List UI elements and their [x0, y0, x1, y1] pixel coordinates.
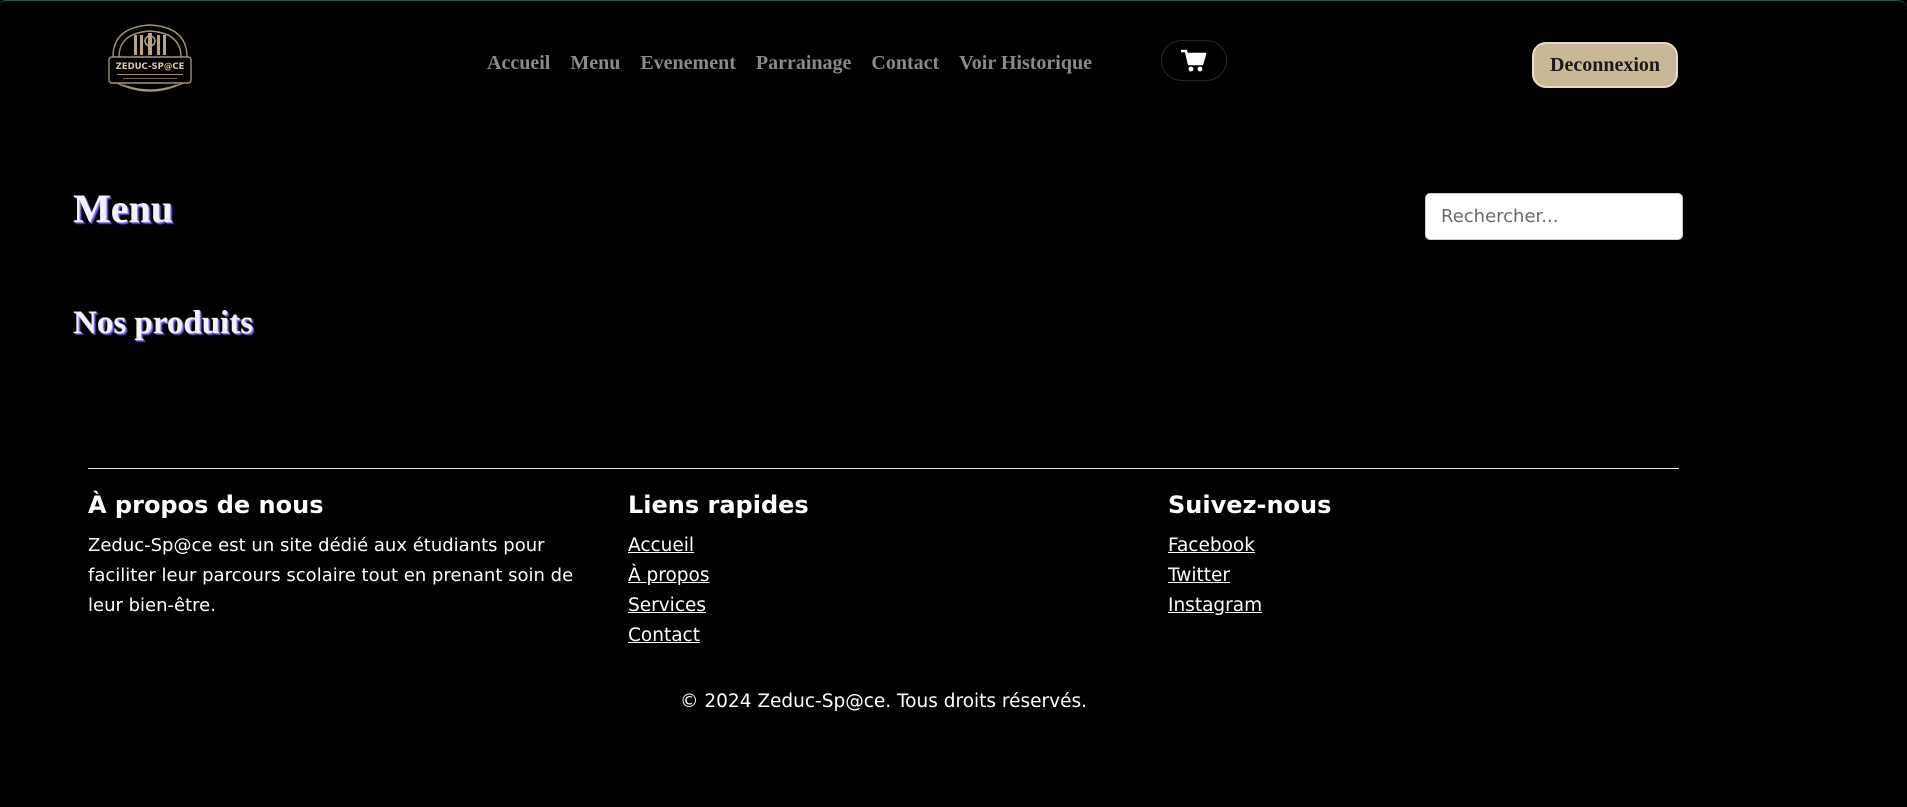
nav-item-voir-historique[interactable]: Voir Historique — [959, 52, 1092, 75]
footer-link-services[interactable]: Services — [628, 591, 809, 621]
cart-icon — [1181, 49, 1207, 71]
search-input[interactable] — [1425, 193, 1683, 240]
footer-about-title: À propos de nous — [88, 491, 324, 519]
footer-follow-title: Suivez-nous — [1168, 491, 1332, 519]
footer-link-contact[interactable]: Contact — [628, 621, 809, 651]
nav-item-accueil[interactable]: Accueil — [487, 52, 550, 75]
nav-item-menu[interactable]: Menu — [570, 52, 620, 75]
nav-item-evenement[interactable]: Evenement — [640, 52, 736, 75]
footer-about-text: Zeduc-Sp@ce est un site dédié aux étudia… — [88, 535, 574, 616]
footer-copyright: © 2024 Zeduc-Sp@ce. Tous droits réservés… — [680, 691, 1087, 712]
logo-text: ZEDUC-SP@CE — [116, 62, 185, 72]
footer-quick-links: Liens rapides Accueil À propos Services … — [628, 489, 809, 651]
footer-link-a-propos[interactable]: À propos — [628, 561, 809, 591]
main-nav: Accueil Menu Evenement Parrainage Contac… — [487, 52, 1092, 75]
page-frame: ZEDUC-SP@CE Accueil Menu Evenement Parra… — [0, 0, 1907, 807]
section-title-products: Nos produits — [73, 305, 254, 341]
footer-link-accueil[interactable]: Accueil — [628, 531, 809, 561]
logout-button[interactable]: Deconnexion — [1532, 42, 1678, 88]
nav-item-parrainage[interactable]: Parrainage — [756, 52, 852, 75]
nav-item-contact[interactable]: Contact — [871, 52, 939, 75]
logo[interactable]: ZEDUC-SP@CE — [103, 19, 197, 101]
footer-about: À propos de nous Zeduc-Sp@ce est un site… — [88, 489, 608, 621]
footer-link-twitter[interactable]: Twitter — [1168, 561, 1331, 591]
footer-link-instagram[interactable]: Instagram — [1168, 591, 1331, 621]
page-title: Menu — [73, 186, 173, 231]
footer-quick-links-title: Liens rapides — [628, 491, 809, 519]
cart-button[interactable] — [1161, 40, 1227, 81]
footer-link-facebook[interactable]: Facebook — [1168, 531, 1331, 561]
footer-follow: Suivez-nous Facebook Twitter Instagram — [1168, 489, 1331, 621]
footer-divider — [88, 468, 1679, 469]
